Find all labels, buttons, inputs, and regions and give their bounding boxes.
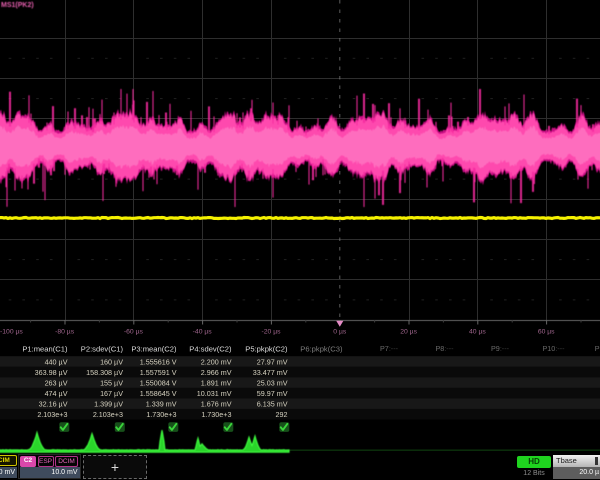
svg-text:P3:mean(C2): P3:mean(C2) bbox=[131, 345, 177, 354]
svg-text:440 µV: 440 µV bbox=[45, 357, 68, 366]
svg-text:1.558645 V: 1.558645 V bbox=[140, 389, 177, 398]
svg-text:1.557591 V: 1.557591 V bbox=[140, 368, 177, 377]
svg-text:1.399 µV: 1.399 µV bbox=[94, 400, 123, 409]
svg-text:-40 µs: -40 µs bbox=[193, 329, 213, 336]
svg-text:1.676 mV: 1.676 mV bbox=[201, 400, 232, 409]
svg-text:6.135 mV: 6.135 mV bbox=[257, 400, 288, 409]
svg-text:158.308 µV: 158.308 µV bbox=[86, 368, 123, 377]
svg-text:27.97 mV: 27.97 mV bbox=[257, 357, 288, 366]
svg-text:MS1(PK2): MS1(PK2) bbox=[1, 2, 34, 9]
svg-text:474 µV: 474 µV bbox=[45, 389, 68, 398]
svg-text:P8:---: P8:--- bbox=[436, 344, 455, 353]
svg-text:33.477 mV: 33.477 mV bbox=[253, 368, 288, 377]
svg-text:60 µs: 60 µs bbox=[538, 329, 555, 336]
svg-text:P6:pkpk(C3): P6:pkpk(C3) bbox=[300, 345, 343, 354]
svg-text:-60 µs: -60 µs bbox=[124, 329, 144, 336]
svg-text:0 µs: 0 µs bbox=[333, 329, 347, 336]
svg-text:1.339 mV: 1.339 mV bbox=[146, 400, 177, 409]
svg-text:P7:---: P7:--- bbox=[380, 344, 399, 353]
svg-text:P4:sdev(C2): P4:sdev(C2) bbox=[189, 345, 232, 354]
svg-text:2.103e+3: 2.103e+3 bbox=[93, 410, 123, 419]
svg-text:25.03 mV: 25.03 mV bbox=[257, 378, 288, 387]
svg-text:20 µs: 20 µs bbox=[400, 329, 417, 336]
svg-text:363.98 µV: 363.98 µV bbox=[35, 368, 68, 377]
svg-text:263 µV: 263 µV bbox=[45, 378, 68, 387]
svg-text:292: 292 bbox=[276, 410, 288, 419]
svg-text:2.103e+3: 2.103e+3 bbox=[37, 410, 67, 419]
svg-text:2.200 mV: 2.200 mV bbox=[201, 357, 232, 366]
svg-text:167 µV: 167 µV bbox=[100, 389, 123, 398]
svg-text:P9:---: P9:--- bbox=[491, 344, 510, 353]
svg-text:32.16 µV: 32.16 µV bbox=[39, 400, 68, 409]
svg-text:59.97 mV: 59.97 mV bbox=[257, 389, 288, 398]
svg-text:1.730e+3: 1.730e+3 bbox=[201, 410, 231, 419]
svg-text:40 µs: 40 µs bbox=[469, 329, 486, 336]
svg-text:P1: P1 bbox=[595, 344, 600, 353]
svg-text:1.555616 V: 1.555616 V bbox=[140, 357, 177, 366]
svg-text:-80 µs: -80 µs bbox=[55, 329, 75, 336]
svg-text:155 µV: 155 µV bbox=[100, 378, 123, 387]
svg-text:-20 µs: -20 µs bbox=[261, 329, 281, 336]
svg-text:P10:---: P10:--- bbox=[543, 344, 566, 353]
svg-text:P1:mean(C1): P1:mean(C1) bbox=[22, 345, 68, 354]
svg-text:P5:pkpk(C2): P5:pkpk(C2) bbox=[245, 345, 288, 354]
svg-text:1.550084 V: 1.550084 V bbox=[140, 378, 177, 387]
svg-text:160 µV: 160 µV bbox=[100, 357, 123, 366]
svg-text:-100 µs: -100 µs bbox=[0, 329, 23, 336]
svg-text:1.730e+3: 1.730e+3 bbox=[146, 410, 176, 419]
svg-text:1.891 mV: 1.891 mV bbox=[201, 378, 232, 387]
svg-text:10.031 mV: 10.031 mV bbox=[197, 389, 232, 398]
svg-text:2.966 mV: 2.966 mV bbox=[201, 368, 232, 377]
svg-text:P2:sdev(C1): P2:sdev(C1) bbox=[81, 345, 124, 354]
